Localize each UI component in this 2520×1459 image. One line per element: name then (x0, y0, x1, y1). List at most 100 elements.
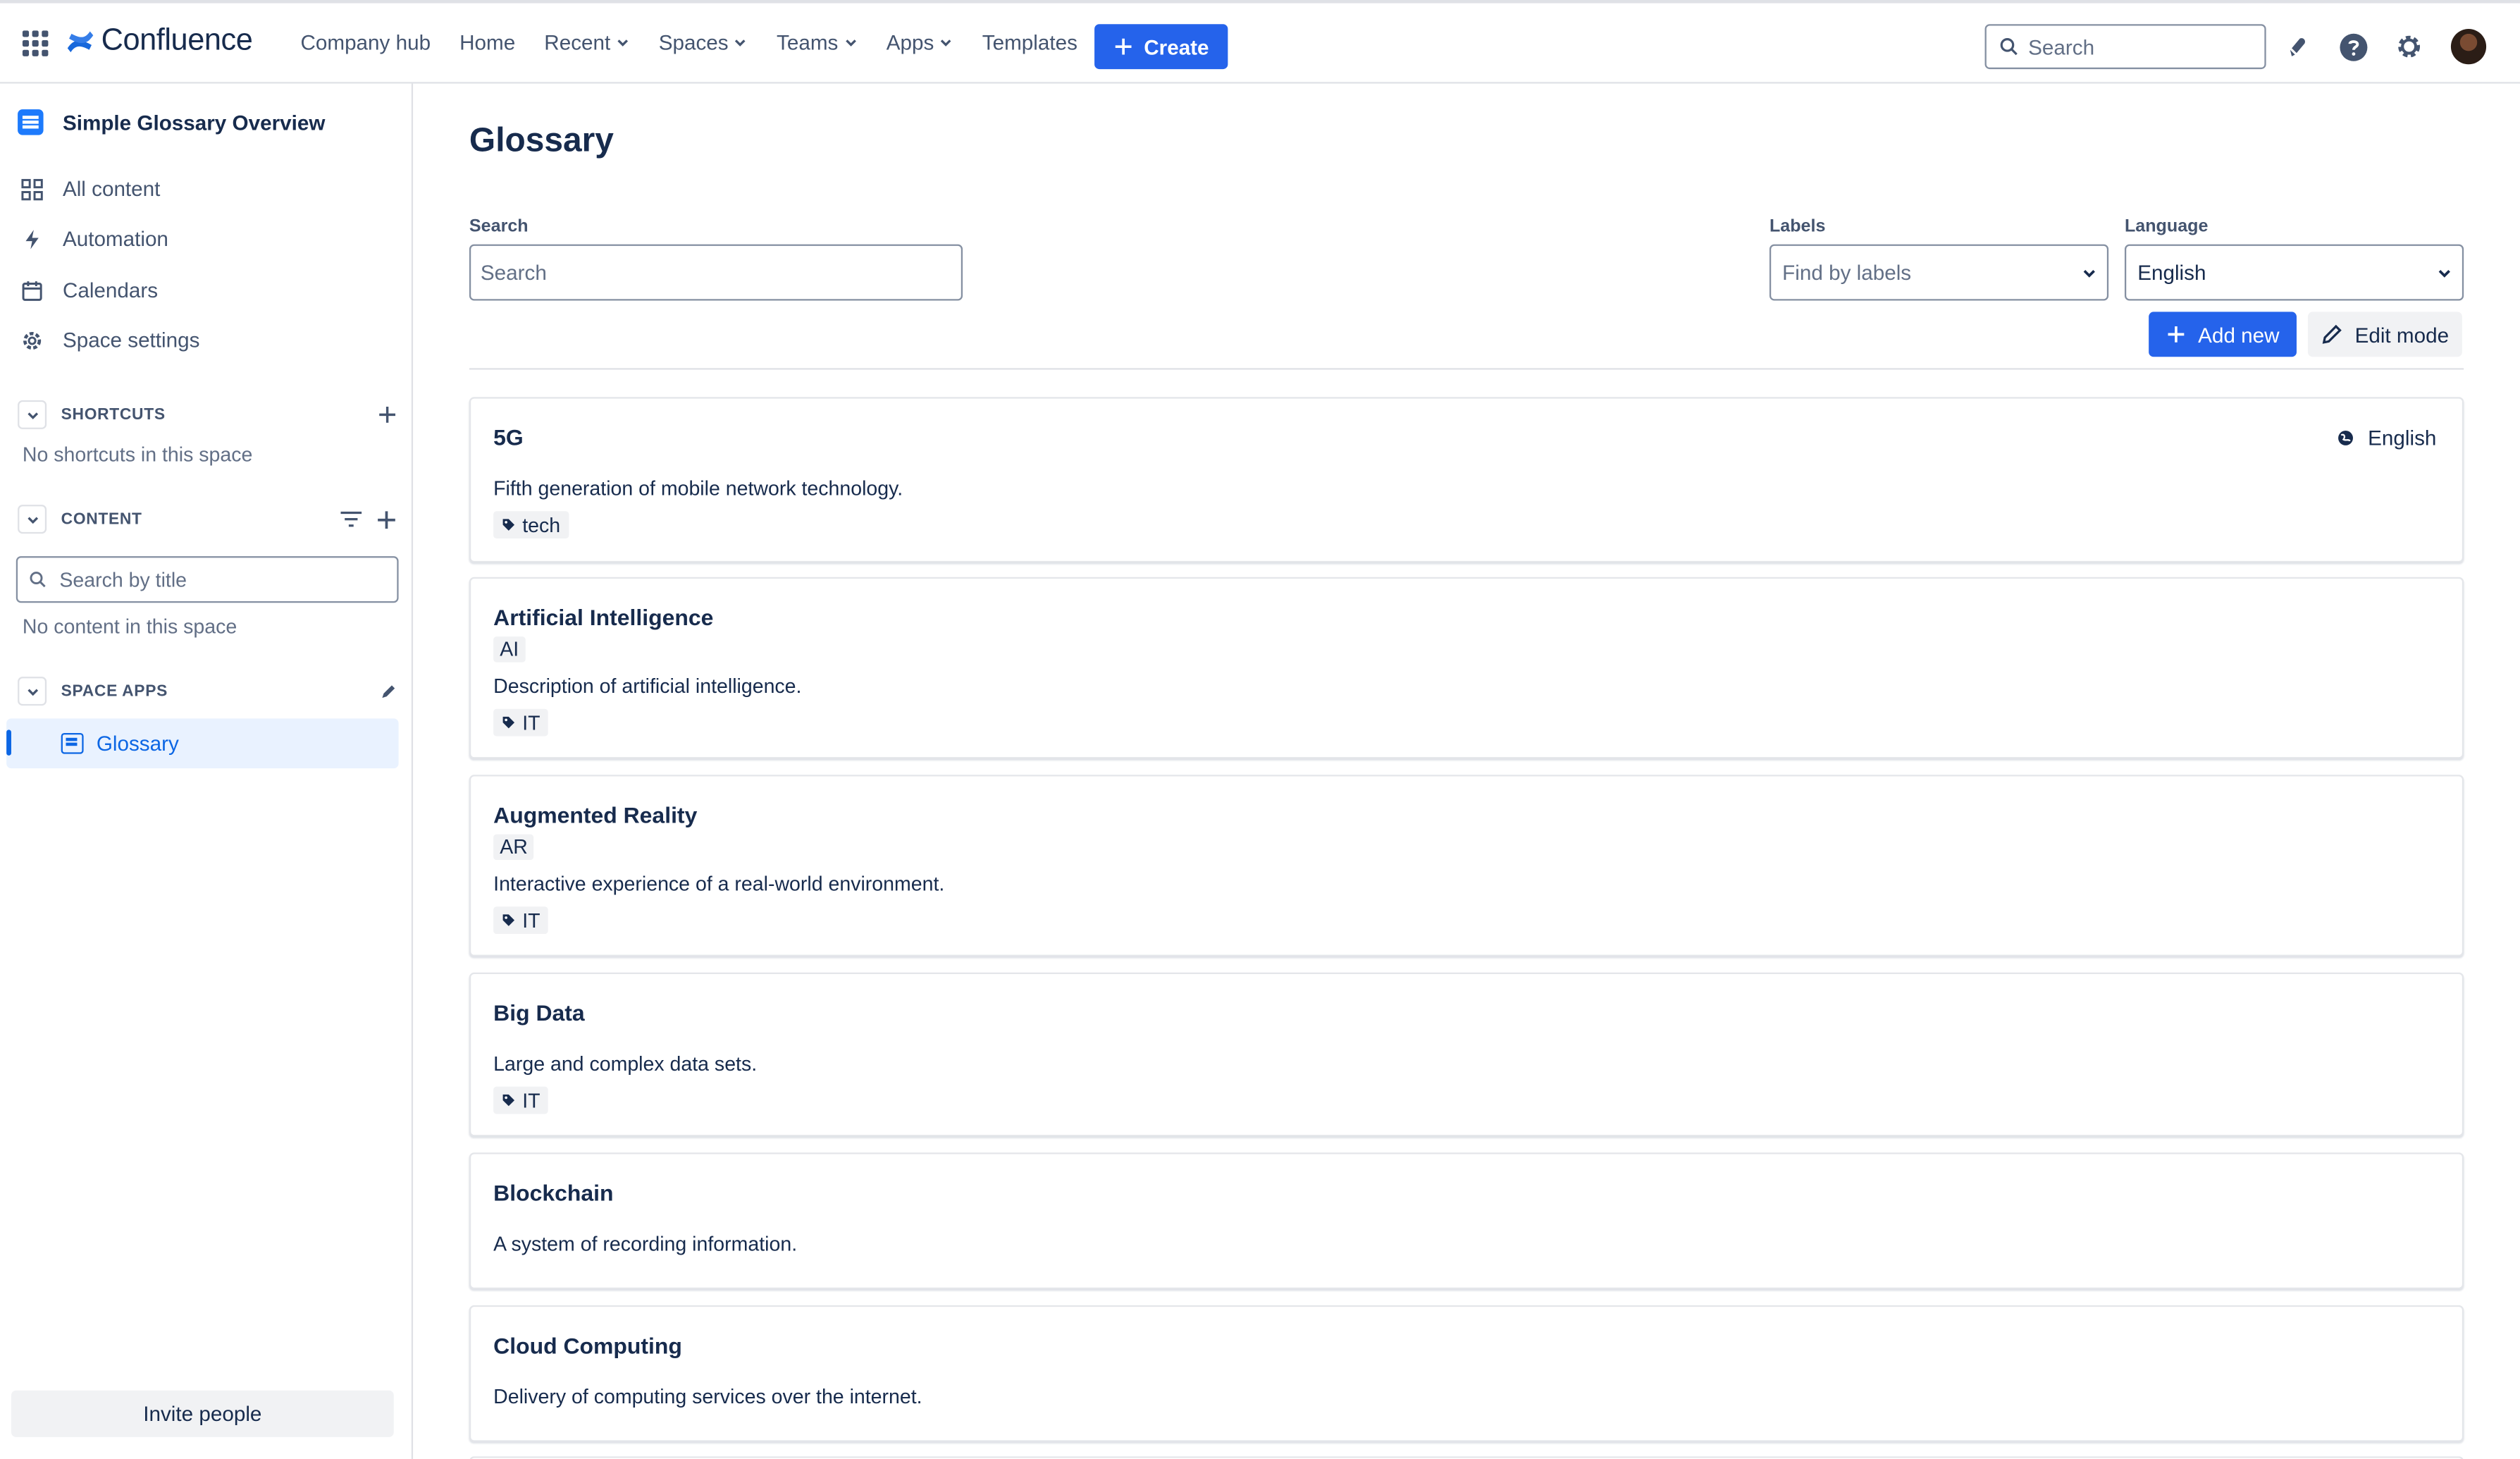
entry-term: Artificial Intelligence (493, 604, 714, 630)
nav-templates[interactable]: Templates (982, 30, 1077, 54)
shortcuts-empty-text: No shortcuts in this space (22, 443, 253, 467)
content-empty-text: No content in this space (22, 615, 237, 639)
language-value: English (2137, 260, 2206, 285)
entry-tag[interactable]: IT (493, 906, 548, 935)
glossary-icon (61, 732, 84, 754)
sidebar-item-automation[interactable]: Automation (21, 227, 168, 251)
help-icon[interactable] (2337, 30, 2369, 63)
chevron-down-icon (941, 39, 951, 47)
nav-company-hub[interactable]: Company hub (300, 30, 431, 54)
search-placeholder: Search (480, 260, 547, 285)
main-content: Glossary Search Search Labels Find by la… (414, 84, 2520, 1459)
glossary-entry-card[interactable]: Cloud Computing Delivery of computing se… (469, 1305, 2464, 1442)
nav-label: Templates (982, 30, 1077, 55)
invite-people-button[interactable]: Invite people (11, 1390, 394, 1437)
nav-home[interactable]: Home (459, 30, 515, 54)
nav-label: Recent (544, 30, 611, 55)
confluence-logo[interactable]: Confluence (66, 24, 253, 59)
lightning-icon (25, 228, 39, 249)
collapse-content-button[interactable] (18, 505, 47, 534)
space-title: Simple Glossary Overview (62, 110, 326, 135)
space-header[interactable]: Simple Glossary Overview (18, 109, 325, 135)
entry-tag-label: IT (522, 1089, 541, 1112)
filter-icon[interactable] (339, 510, 363, 529)
sidebar-item-label: Calendars (62, 278, 159, 302)
settings-icon[interactable] (2393, 30, 2426, 63)
entry-tag[interactable]: tech (493, 511, 569, 539)
glossary-entry-card[interactable]: Artificial Intelligence AI Description o… (469, 577, 2464, 759)
top-navigation: Confluence Company hub Home Recent Space… (0, 0, 2520, 84)
entry-term: Cloud Computing (493, 1332, 682, 1359)
entry-abbreviation: AI (493, 636, 526, 663)
app-switcher-icon[interactable] (22, 30, 49, 56)
language-select[interactable]: English (2124, 244, 2464, 301)
edit-mode-label: Edit mode (2354, 322, 2450, 347)
sidebar: Simple Glossary Overview All content Aut… (0, 83, 414, 1459)
search-by-title-input[interactable]: Search by title (16, 556, 399, 603)
global-search-input[interactable]: Search (1984, 24, 2266, 70)
entry-tag-label: tech (522, 513, 561, 536)
chevron-down-icon (735, 39, 746, 47)
nav-teams[interactable]: Teams (777, 30, 858, 55)
collapse-space-apps-button[interactable] (18, 677, 47, 706)
tag-icon (502, 1094, 515, 1107)
language-field-label: Language (2124, 216, 2209, 237)
space-icon (18, 109, 44, 135)
glossary-entry-card[interactable]: Augmented Reality AR Interactive experie… (469, 775, 2464, 956)
entry-description: Description of artificial intelligence. (493, 675, 802, 698)
add-new-button[interactable]: Add new (2149, 312, 2297, 357)
glossary-entry-card[interactable]: Blockchain A system of recording informa… (469, 1152, 2464, 1290)
search-placeholder: Search by title (59, 568, 187, 591)
content-section-header: CONTENT (18, 505, 397, 534)
sidebar-item-label: Automation (62, 226, 168, 251)
nav-apps[interactable]: Apps (886, 30, 953, 55)
nav-label: Apps (886, 30, 934, 55)
nav-spaces[interactable]: Spaces (658, 30, 748, 55)
nav-label: Spaces (658, 30, 729, 55)
search-field-label: Search (469, 216, 529, 237)
notifications-icon[interactable] (2282, 30, 2314, 63)
entry-term: Big Data (493, 999, 585, 1026)
sidebar-item-label: Space settings (62, 328, 200, 352)
sidebar-item-glossary[interactable]: Glossary (6, 718, 399, 769)
page-title: Glossary (469, 122, 614, 159)
glossary-entry-card[interactable] (469, 1456, 2464, 1459)
entry-description: A system of recording information. (493, 1233, 798, 1256)
sidebar-item-space-settings[interactable]: Space settings (21, 328, 200, 352)
add-shortcut-icon[interactable] (378, 405, 397, 424)
entry-language-label: English (2368, 426, 2437, 450)
entry-tag[interactable]: IT (493, 1086, 548, 1114)
nav-recent[interactable]: Recent (544, 30, 629, 55)
entry-tag[interactable]: IT (493, 708, 548, 737)
chevron-down-icon (617, 39, 628, 47)
labels-select[interactable]: Find by labels (1769, 244, 2109, 301)
sidebar-item-all-content[interactable]: All content (21, 177, 161, 201)
space-apps-section-header: SPACE APPS (18, 677, 397, 706)
nav-label: Home (459, 30, 516, 55)
avatar[interactable] (2450, 29, 2487, 65)
pencil-icon[interactable] (379, 682, 397, 700)
section-label: CONTENT (61, 510, 142, 529)
sidebar-item-calendars[interactable]: Calendars (21, 278, 158, 302)
glossary-search-input[interactable]: Search (469, 244, 963, 301)
tag-icon (502, 519, 515, 531)
add-new-label: Add new (2198, 322, 2280, 347)
entry-term: Augmented Reality (493, 802, 698, 828)
globe-icon (2338, 431, 2354, 445)
entry-term: 5G (493, 424, 524, 450)
glossary-entry-card[interactable]: Big Data Large and complex data sets. IT (469, 972, 2464, 1137)
entry-description: Delivery of computing services over the … (493, 1385, 922, 1408)
entry-description: Fifth generation of mobile network techn… (493, 477, 903, 500)
edit-mode-button[interactable]: Edit mode (2307, 312, 2462, 357)
chevron-down-icon (2083, 269, 2095, 277)
entry-description: Interactive experience of a real-world e… (493, 873, 945, 896)
add-content-icon[interactable] (376, 509, 397, 530)
plus-icon (1115, 38, 1132, 55)
section-label: SPACE APPS (61, 682, 168, 701)
entry-description: Large and complex data sets. (493, 1052, 758, 1076)
create-button[interactable]: Create (1094, 24, 1228, 70)
search-icon (30, 572, 46, 588)
glossary-entry-card[interactable]: 5G English Fifth generation of mobile ne… (469, 397, 2464, 563)
entry-tag-label: IT (522, 909, 541, 932)
collapse-shortcuts-button[interactable] (18, 400, 47, 429)
